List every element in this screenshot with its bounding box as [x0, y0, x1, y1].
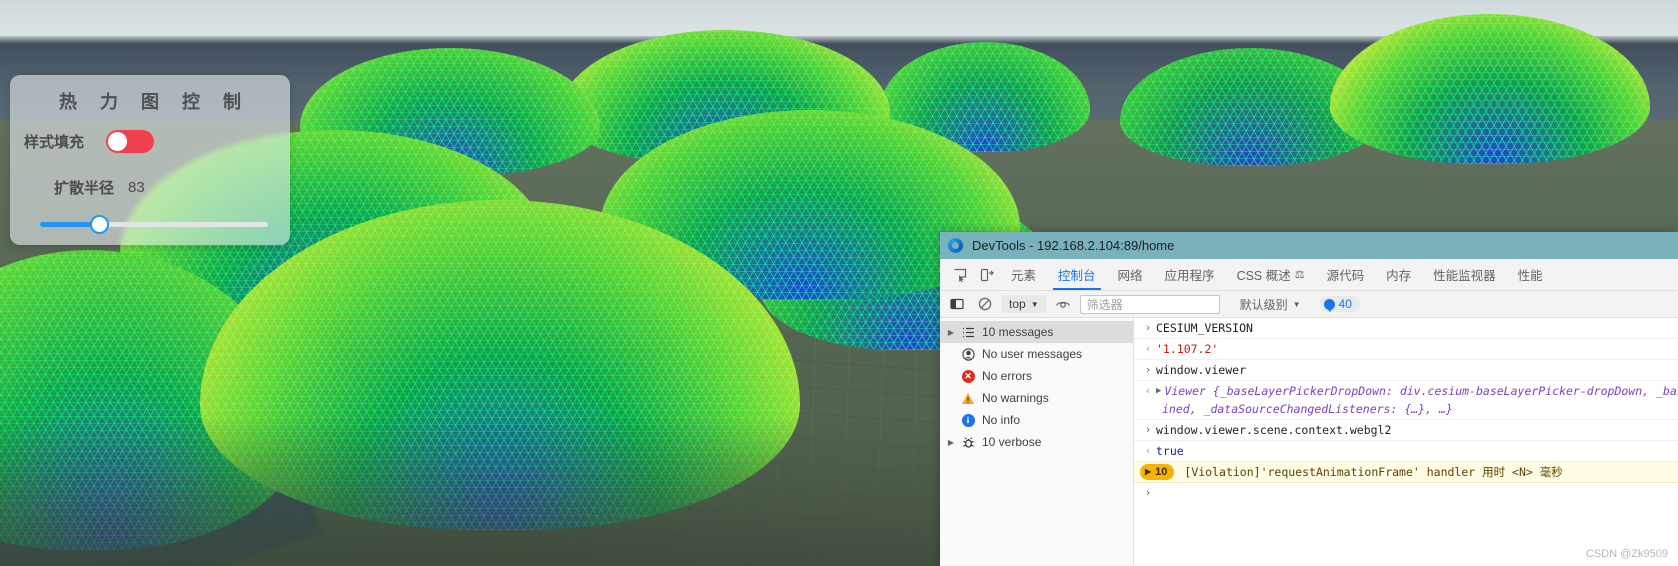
- output-arrow-icon: ‹: [1144, 384, 1152, 397]
- console-text: Viewer {_baseLayerPickerDropDown: div.ce…: [1164, 384, 1678, 398]
- context-value: top: [1009, 297, 1026, 311]
- tab-network[interactable]: 网络: [1107, 259, 1154, 290]
- message-bubble-icon: [1323, 298, 1335, 312]
- console-text: [Violation]'requestAnimationFrame' handl…: [1184, 465, 1563, 479]
- message-count: 40: [1338, 297, 1352, 311]
- warning-group-count[interactable]: ▶ 10: [1140, 464, 1175, 480]
- warning-icon: [958, 392, 978, 405]
- console-line-object[interactable]: ‹ ▶ Viewer {_baseLayerPickerDropDown: di…: [1134, 381, 1678, 399]
- bug-icon: [958, 436, 978, 449]
- filter-placeholder: 筛选器: [1086, 297, 1123, 312]
- console-text: ined, _dataSourceChangedListeners: {…}, …: [1162, 402, 1453, 416]
- console-sidebar-icon[interactable]: [946, 294, 968, 314]
- console-filter-input[interactable]: 筛选器: [1079, 294, 1220, 314]
- chevron-down-icon: ▼: [1292, 299, 1301, 309]
- level-label: 默认级别: [1239, 297, 1288, 312]
- console-body: ▶ 10 messages No user messages ✕ No erro…: [940, 318, 1678, 566]
- devtools-window-title: DevTools - 192.168.2.104:89/home: [972, 238, 1175, 253]
- output-arrow-icon: ‹: [1144, 444, 1152, 457]
- chevron-right-icon[interactable]: ▶: [944, 438, 958, 447]
- sidebar-item-info[interactable]: i No info: [940, 409, 1133, 431]
- input-arrow-icon: ›: [1144, 423, 1152, 436]
- console-text: CESIUM_VERSION: [1156, 321, 1253, 335]
- radius-row: 扩散半径 83: [10, 177, 290, 198]
- warning-count-value: 10: [1155, 466, 1168, 478]
- devtools-tabbar[interactable]: 元素 控制台 网络 应用程序 CSS 概述 ⚖ 源代码 内存 性能监视器 性能: [940, 259, 1678, 291]
- execution-context-select[interactable]: top ▼: [1002, 295, 1046, 313]
- tab-console[interactable]: 控制台: [1047, 259, 1107, 290]
- console-text: window.viewer.scene.context.webgl2: [1156, 423, 1392, 437]
- clear-console-icon[interactable]: [974, 294, 996, 314]
- sidebar-label: 10 verbose: [982, 435, 1042, 449]
- tab-sources[interactable]: 源代码: [1316, 259, 1376, 290]
- console-text: window.viewer: [1156, 363, 1247, 377]
- tab-performance-monitor[interactable]: 性能监视器: [1422, 259, 1507, 290]
- panel-title: 热 力 图 控 制: [58, 92, 250, 112]
- sidebar-label: No info: [982, 413, 1021, 427]
- input-arrow-icon: ›: [1144, 363, 1152, 376]
- console-prompt[interactable]: ›: [1134, 483, 1678, 503]
- console-line-object-cont: ined, _dataSourceChangedListeners: {…}, …: [1134, 399, 1678, 420]
- log-level-select[interactable]: 默认级别 ▼: [1240, 296, 1301, 313]
- sidebar-label: No warnings: [982, 391, 1049, 405]
- output-arrow-icon: ‹: [1144, 342, 1152, 355]
- edge-devtools-icon: [948, 238, 963, 253]
- style-fill-row: 样式填充: [10, 130, 290, 153]
- console-sidebar[interactable]: ▶ 10 messages No user messages ✕ No erro…: [940, 318, 1134, 566]
- chevron-down-icon: ▼: [1030, 299, 1039, 309]
- input-arrow-icon: ›: [1144, 321, 1152, 334]
- tab-application[interactable]: 应用程序: [1154, 259, 1226, 290]
- tab-elements[interactable]: 元素: [1000, 259, 1047, 290]
- sidebar-label: No errors: [982, 369, 1033, 383]
- radius-label: 扩散半径: [54, 180, 115, 197]
- experiment-flask-icon: ⚖: [1294, 269, 1305, 281]
- inspect-element-icon[interactable]: [946, 259, 973, 290]
- sidebar-label: 10 messages: [982, 325, 1054, 339]
- tab-memory[interactable]: 内存: [1375, 259, 1422, 290]
- devtools-window[interactable]: DevTools - 192.168.2.104:89/home 元素 控制台 …: [940, 232, 1678, 566]
- slider-thumb[interactable]: [90, 215, 109, 234]
- style-fill-label: 样式填充: [24, 134, 85, 151]
- sidebar-label: No user messages: [982, 347, 1083, 361]
- console-output[interactable]: › CESIUM_VERSION ‹ '1.107.2' › window.vi…: [1134, 318, 1678, 566]
- radius-slider[interactable]: [10, 215, 290, 235]
- sidebar-item-warnings[interactable]: No warnings: [940, 387, 1133, 409]
- message-count-badge[interactable]: 40: [1318, 296, 1360, 312]
- radius-value: 83: [128, 179, 145, 196]
- live-expression-icon[interactable]: [1052, 294, 1074, 314]
- console-line-output[interactable]: ‹ '1.107.2': [1134, 339, 1678, 360]
- console-line-input[interactable]: › window.viewer.scene.context.webgl2: [1134, 420, 1678, 441]
- sidebar-item-messages[interactable]: ▶ 10 messages: [940, 321, 1133, 343]
- prompt-arrow-icon: ›: [1144, 486, 1152, 499]
- device-toolbar-icon[interactable]: [973, 259, 1000, 290]
- style-fill-toggle[interactable]: [106, 130, 155, 153]
- expand-object-icon[interactable]: ▶: [1156, 383, 1161, 399]
- tab-performance[interactable]: 性能: [1507, 259, 1554, 290]
- console-text: '1.107.2': [1156, 342, 1219, 356]
- list-icon: [958, 326, 978, 339]
- toggle-knob: [108, 132, 128, 151]
- console-line-input[interactable]: › window.viewer: [1134, 360, 1678, 381]
- user-icon: [958, 347, 978, 361]
- devtools-titlebar[interactable]: DevTools - 192.168.2.104:89/home: [940, 232, 1678, 259]
- console-toolbar[interactable]: top ▼ 筛选器 默认级别 ▼ 40: [940, 291, 1678, 318]
- console-line-input[interactable]: › CESIUM_VERSION: [1134, 318, 1678, 339]
- console-text: true: [1156, 444, 1184, 458]
- csdn-watermark: CSDN @Zk9509: [1585, 548, 1668, 560]
- sidebar-item-verbose[interactable]: ▶ 10 verbose: [940, 431, 1133, 453]
- screenshot-root: 热 力 图 控 制 样式填充 扩散半径 83 DevTools - 192.16…: [0, 0, 1678, 566]
- info-icon: i: [958, 413, 978, 427]
- sidebar-item-errors[interactable]: ✕ No errors: [940, 365, 1133, 387]
- console-line-output[interactable]: ‹ true: [1134, 441, 1678, 462]
- chevron-right-icon[interactable]: ▶: [944, 328, 958, 337]
- error-icon: ✕: [958, 369, 978, 383]
- tab-css-overview[interactable]: CSS 概述 ⚖: [1226, 259, 1316, 290]
- heatmap-control-panel[interactable]: 热 力 图 控 制 样式填充 扩散半径 83: [10, 75, 290, 245]
- chevron-right-icon: ▶: [1145, 467, 1152, 476]
- console-line-warning[interactable]: ▶ 10 [Violation]'requestAnimationFrame' …: [1134, 462, 1678, 483]
- sidebar-item-user-messages[interactable]: No user messages: [940, 343, 1133, 365]
